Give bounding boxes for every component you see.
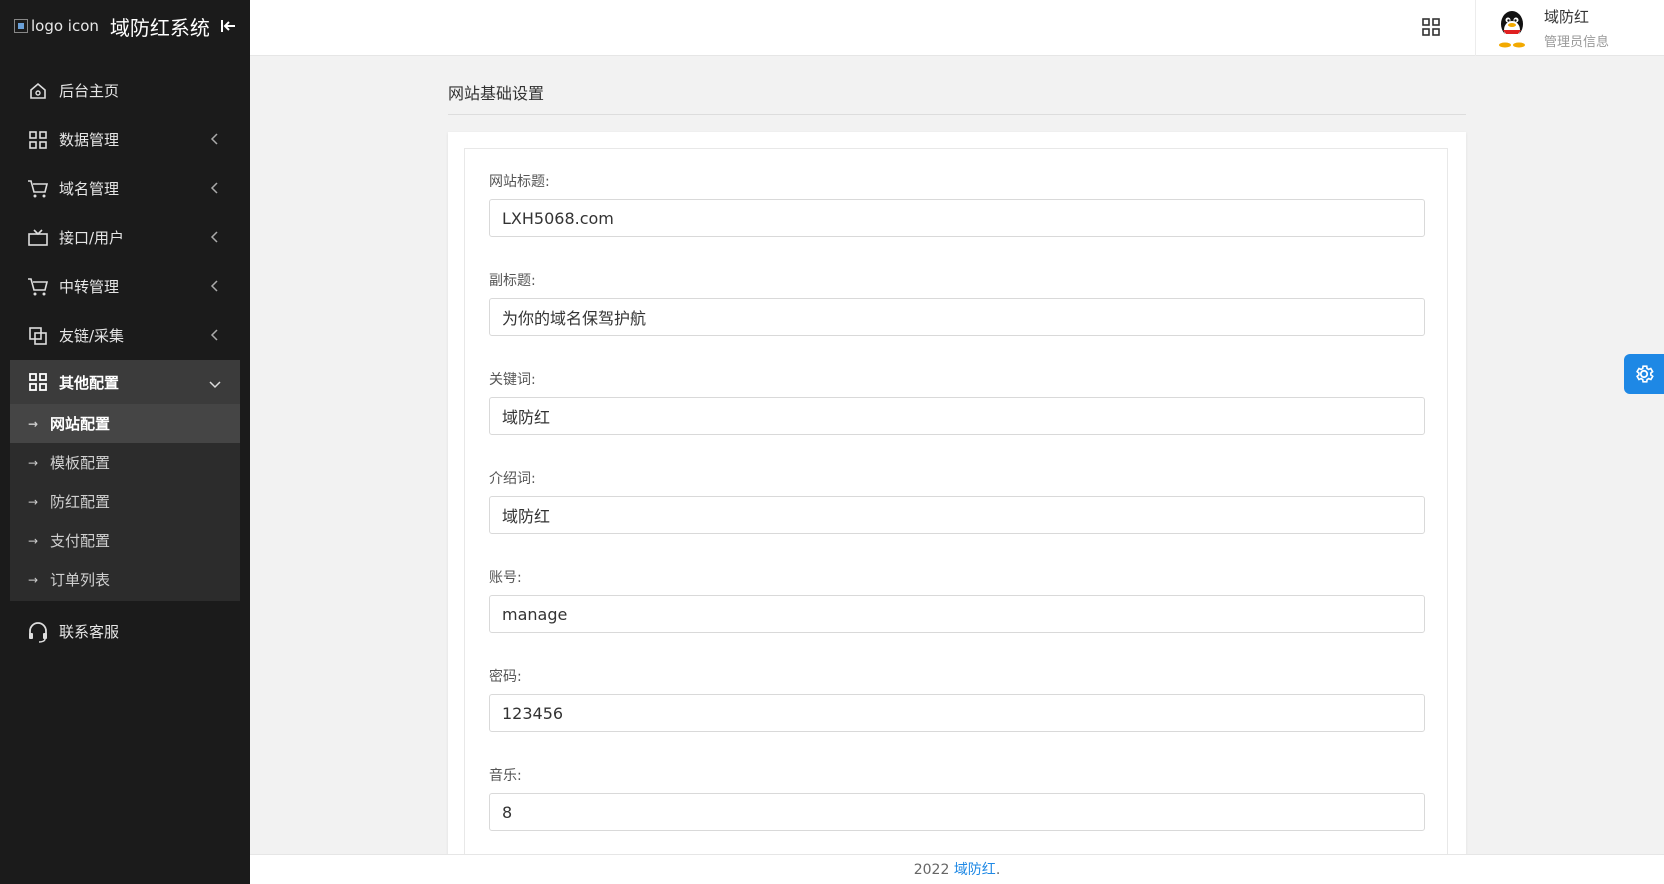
sidebar-item-label: 中转管理 xyxy=(59,278,120,296)
field-password: 密码: xyxy=(489,666,1425,732)
field-label: 介绍词: xyxy=(489,471,536,487)
submenu-item-template-config[interactable]: → 模板配置 xyxy=(10,443,240,482)
submenu-item-label: 订单列表 xyxy=(50,571,111,589)
user-menu[interactable]: 域防红 管理员信息 xyxy=(1494,6,1609,50)
sidebar-item-label: 后台主页 xyxy=(59,82,120,100)
sidebar-item-domains[interactable]: 域名管理 xyxy=(0,164,250,213)
sidebar-item-label: 其他配置 xyxy=(59,373,120,392)
music-input[interactable] xyxy=(489,793,1425,831)
submenu-item-antired-config[interactable]: → 防红配置 xyxy=(10,482,240,521)
sidebar-item-label: 联系客服 xyxy=(59,623,120,641)
gear-icon xyxy=(1636,365,1654,383)
field-account: 账号: xyxy=(489,567,1425,633)
sidebar-item-home[interactable]: 后台主页 xyxy=(0,66,250,115)
field-subtitle: 副标题: xyxy=(489,270,1425,336)
field-label: 音乐: xyxy=(489,768,522,784)
submenu-item-label: 模板配置 xyxy=(50,454,111,472)
submenu-item-order-list[interactable]: → 订单列表 xyxy=(10,560,240,599)
chevron-down-icon xyxy=(209,381,221,389)
grid-icon xyxy=(27,371,49,393)
subtitle-input[interactable] xyxy=(489,298,1425,336)
submenu-item-label: 网站配置 xyxy=(50,415,111,433)
site-title-input[interactable] xyxy=(489,199,1425,237)
sidebar-item-links[interactable]: 友链/采集 xyxy=(0,311,250,360)
field-label: 密码: xyxy=(489,669,522,685)
field-music: 音乐: xyxy=(489,765,1425,831)
password-input[interactable] xyxy=(489,694,1425,732)
sidebar-item-api-users[interactable]: 接口/用户 xyxy=(0,213,250,262)
field-label: 网站标题: xyxy=(489,174,550,190)
description-input[interactable] xyxy=(489,496,1425,534)
headset-icon xyxy=(27,621,49,643)
broken-image-icon xyxy=(14,19,28,33)
submenu-other-config: → 网站配置 → 模板配置 → 防红配置 → 支付配置 → 订单列表 xyxy=(10,404,240,601)
arrow-right-icon: → xyxy=(28,494,39,509)
field-description: 介绍词: xyxy=(489,468,1425,534)
sidebar: logo icon 域防红系统 后台主页 数据管理 域名管理 接口/用户 中转管… xyxy=(0,0,250,884)
cart-icon xyxy=(27,276,49,298)
submenu-item-label: 支付配置 xyxy=(50,532,111,550)
app-title: 域防红系统 xyxy=(109,15,210,40)
keywords-input[interactable] xyxy=(489,397,1425,435)
sidebar-item-label: 数据管理 xyxy=(59,131,120,149)
field-label: 副标题: xyxy=(489,273,536,289)
account-input[interactable] xyxy=(489,595,1425,633)
sidebar-item-other-config[interactable]: 其他配置 xyxy=(10,360,240,404)
footer: 2022 域防红. xyxy=(250,854,1664,884)
top-header: 域防红 管理员信息 xyxy=(250,0,1664,56)
chevron-left-icon xyxy=(210,329,218,341)
footer-year: 2022 xyxy=(913,862,950,878)
title-divider xyxy=(448,114,1466,115)
field-keywords: 关键词: xyxy=(489,369,1425,435)
sidebar-item-label: 友链/采集 xyxy=(59,327,125,345)
submenu-item-label: 防红配置 xyxy=(50,493,111,511)
user-role: 管理员信息 xyxy=(1544,35,1610,50)
settings-form: 网站标题: 副标题: 关键词: 介绍词: 账号: 密码: 音乐: xyxy=(464,148,1448,884)
footer-suffix: . xyxy=(995,862,1001,878)
page-title: 网站基础设置 xyxy=(448,84,545,103)
submenu-item-payment-config[interactable]: → 支付配置 xyxy=(10,521,240,560)
sidebar-item-data[interactable]: 数据管理 xyxy=(0,115,250,164)
sidebar-item-relay[interactable]: 中转管理 xyxy=(0,262,250,311)
submenu-item-site-config[interactable]: → 网站配置 xyxy=(10,404,240,443)
chevron-left-icon xyxy=(210,182,218,194)
apps-grid-icon[interactable] xyxy=(1418,14,1444,40)
user-info: 域防红 管理员信息 xyxy=(1544,6,1609,50)
theme-settings-button[interactable] xyxy=(1624,354,1664,394)
field-label: 账号: xyxy=(489,570,522,586)
logo: logo icon xyxy=(14,17,99,35)
tv-icon xyxy=(27,227,49,249)
collapse-sidebar-icon[interactable] xyxy=(218,16,238,36)
field-site-title: 网站标题: xyxy=(489,171,1425,237)
brand: logo icon 域防红系统 xyxy=(0,0,250,52)
footer-link[interactable]: 域防红 xyxy=(954,862,996,878)
cart-icon xyxy=(27,178,49,200)
grid-icon xyxy=(27,129,49,151)
chevron-left-icon xyxy=(210,133,218,145)
field-label: 关键词: xyxy=(489,372,536,388)
arrow-right-icon: → xyxy=(28,455,39,470)
settings-card: 网站标题: 副标题: 关键词: 介绍词: 账号: 密码: 音乐: xyxy=(448,132,1466,884)
arrow-right-icon: → xyxy=(28,416,39,431)
copy-icon xyxy=(27,325,49,347)
sidebar-menu: 后台主页 数据管理 域名管理 接口/用户 中转管理 友链/采集 其他配置 → 网… xyxy=(0,66,250,656)
sidebar-item-label: 域名管理 xyxy=(59,180,120,198)
user-name: 域防红 xyxy=(1544,8,1590,26)
chevron-left-icon xyxy=(210,280,218,292)
avatar xyxy=(1494,8,1530,48)
logo-alt-text: logo icon xyxy=(31,17,99,35)
sidebar-item-label: 接口/用户 xyxy=(59,229,125,247)
chevron-left-icon xyxy=(210,231,218,243)
header-divider xyxy=(1475,0,1476,56)
arrow-right-icon: → xyxy=(28,572,39,587)
arrow-right-icon: → xyxy=(28,533,39,548)
home-icon xyxy=(27,80,49,102)
sidebar-item-contact[interactable]: 联系客服 xyxy=(0,607,250,656)
